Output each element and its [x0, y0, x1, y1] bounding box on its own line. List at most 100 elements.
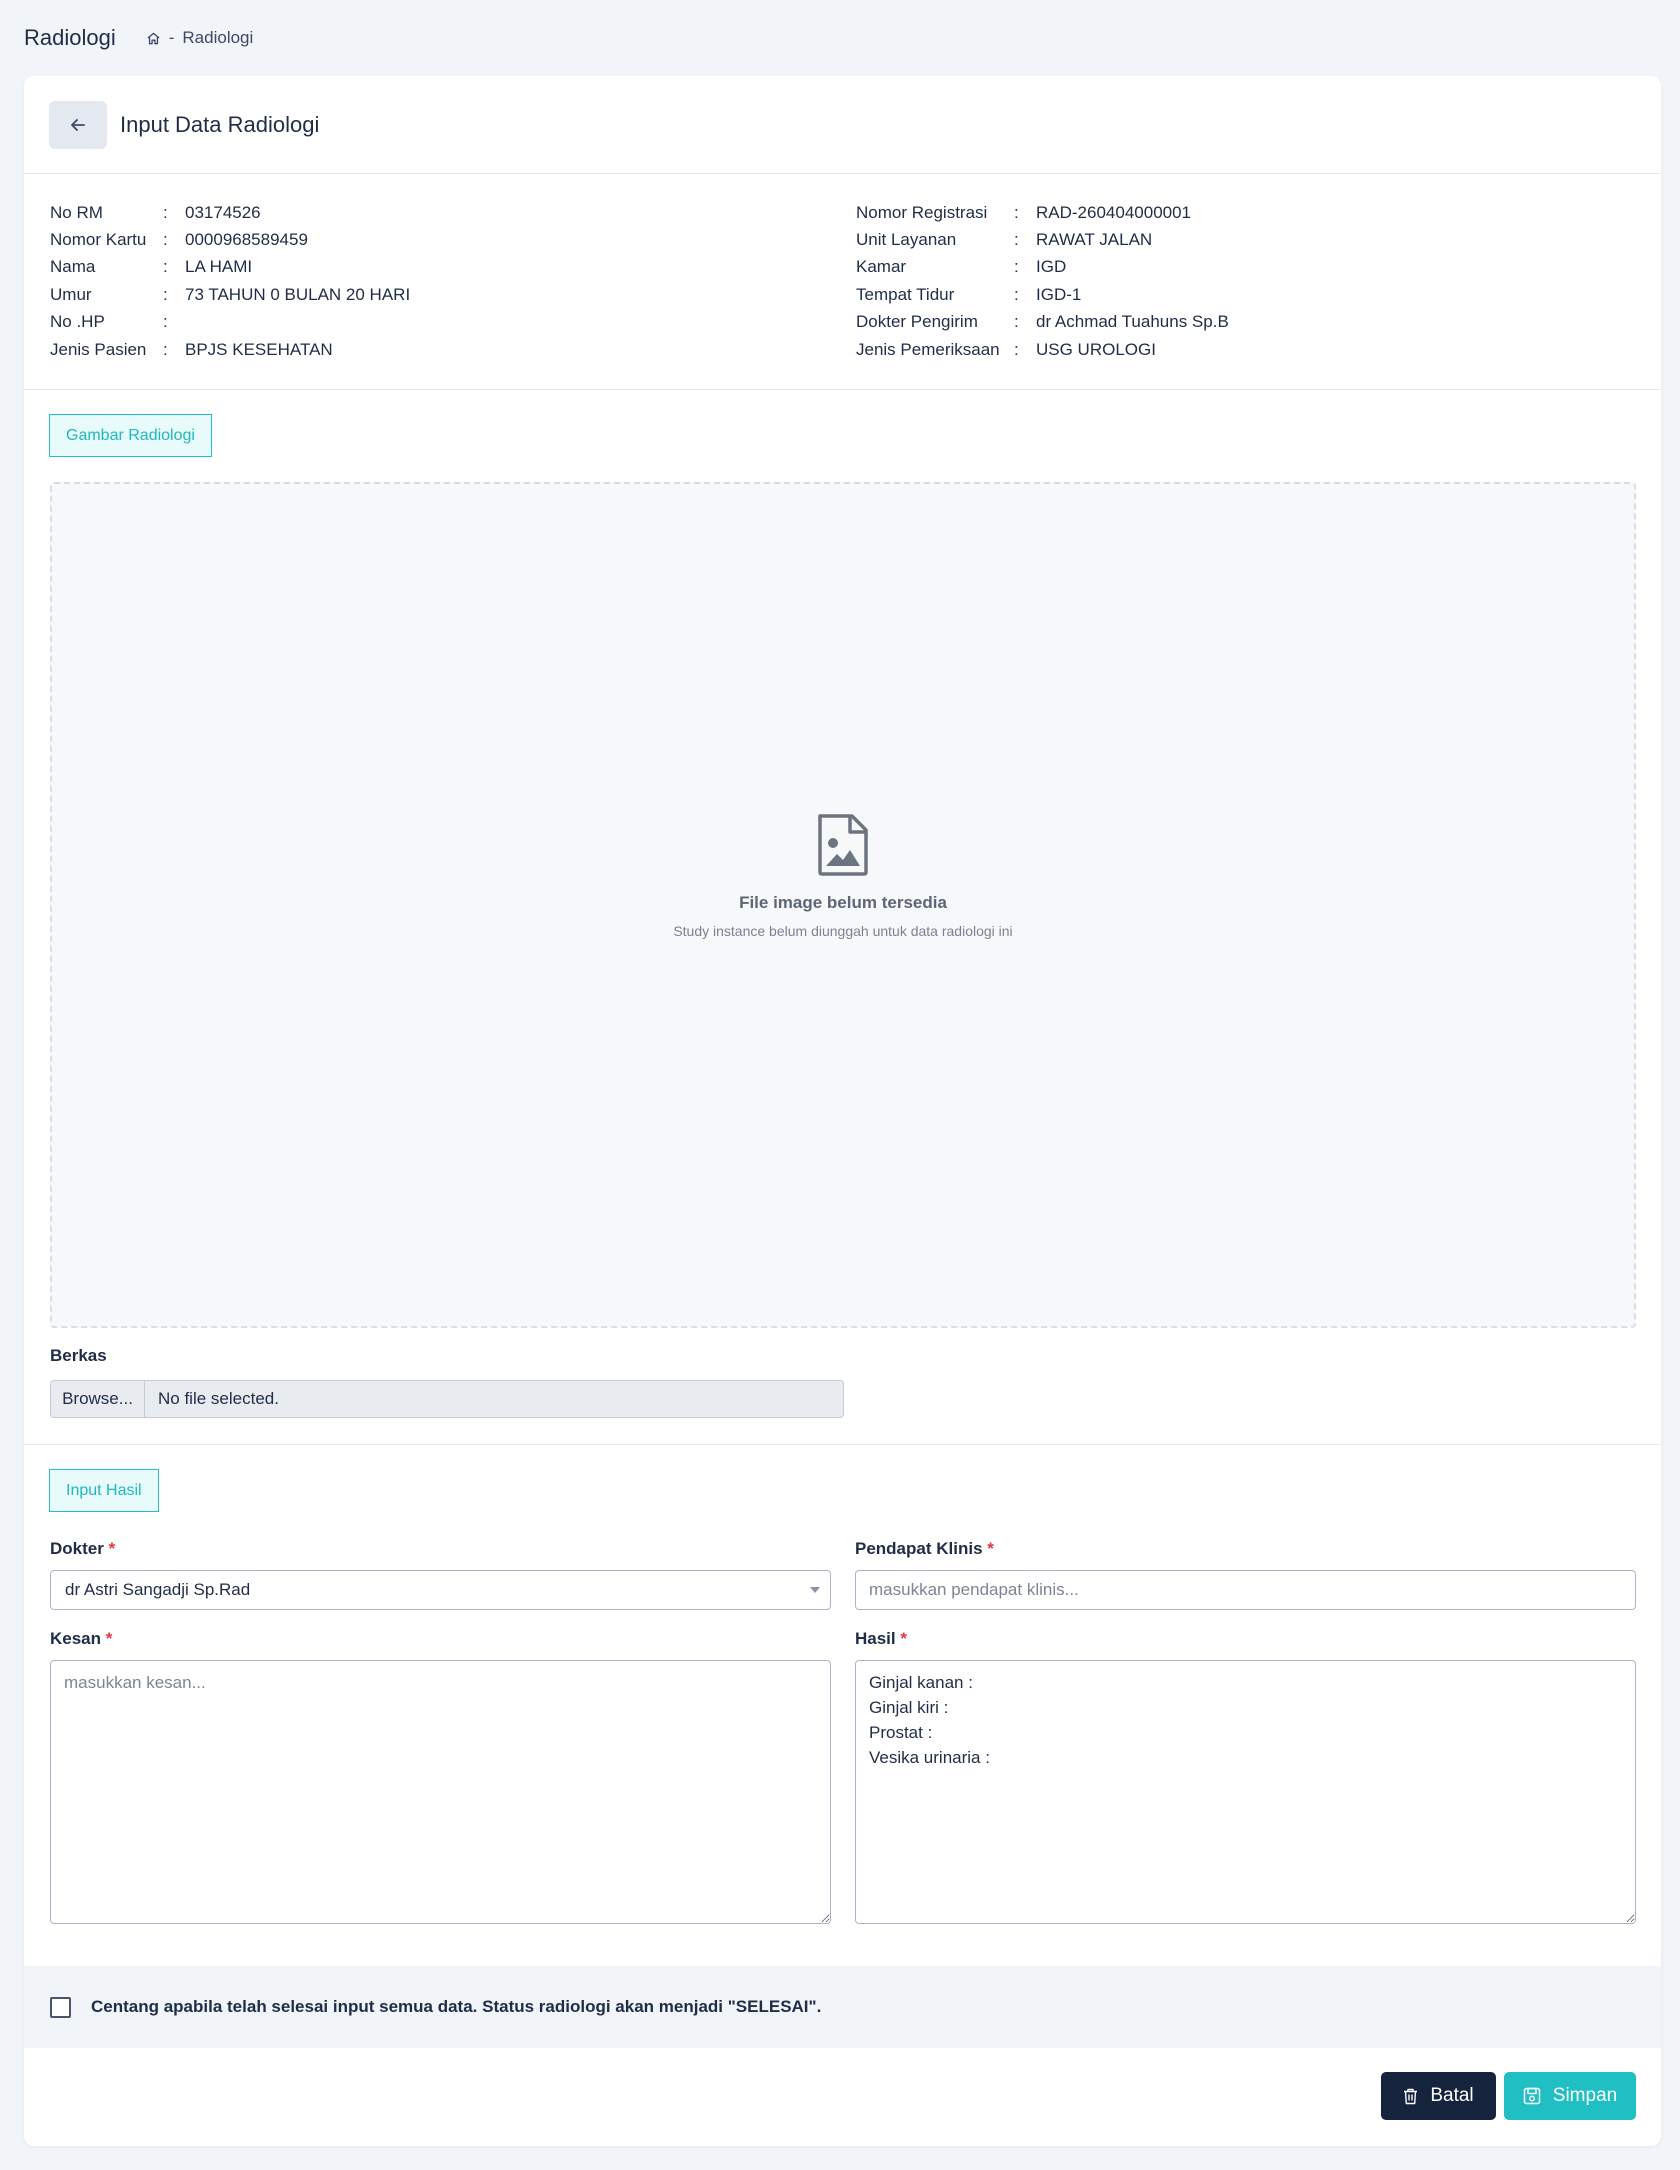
info-label: No .HP — [50, 312, 105, 332]
info-colon: : — [163, 339, 168, 359]
info-colon: : — [1014, 230, 1019, 250]
patient-info: No RM:03174526 Nomor Kartu:0000968589459… — [24, 174, 1661, 390]
page-title: Radiologi — [24, 25, 116, 50]
card-header: Input Data Radiologi — [24, 76, 1661, 174]
patient-info-left: No RM:03174526 Nomor Kartu:0000968589459… — [50, 199, 410, 363]
berkas-label: Berkas — [50, 1346, 107, 1365]
gambar-radiologi-tag: Gambar Radiologi — [49, 414, 212, 457]
save-button-label: Simpan — [1552, 2085, 1618, 2106]
empty-state: File image belum tersedia Study instance… — [52, 814, 1634, 939]
info-value: BPJS KESEHATAN — [185, 339, 333, 359]
main-card: Input Data Radiologi No RM:03174526 Nomo… — [24, 76, 1661, 2146]
info-label: Nomor Registrasi — [856, 202, 988, 222]
info-label: Umur — [50, 284, 92, 304]
save-icon — [1523, 2087, 1541, 2105]
info-label: Nama — [50, 257, 96, 277]
info-row: Tempat Tidur: IGD-1 — [856, 281, 1229, 308]
info-value: USG UROLOGI — [1036, 339, 1156, 359]
info-value: IGD — [1036, 257, 1067, 277]
dokter-select[interactable]: dr Astri Sangadji Sp.Rad — [50, 1570, 831, 1610]
image-file-icon — [818, 814, 868, 876]
info-colon: : — [1014, 312, 1019, 332]
info-row: Nama: LA HAMI — [50, 254, 410, 281]
info-row: Jenis Pemeriksaan: USG UROLOGI — [856, 336, 1229, 363]
card-title: Input Data Radiologi — [120, 111, 320, 137]
info-value: 0000968589459 — [185, 230, 308, 250]
chevron-down-icon — [810, 1587, 820, 1593]
info-row: No .HP: — [50, 309, 410, 336]
info-row: Nomor Registrasi: RAD-260404000001 — [856, 199, 1229, 226]
required-mark: * — [987, 1539, 994, 1558]
input-hasil-tag: Input Hasil — [49, 1469, 159, 1512]
info-colon: : — [163, 202, 168, 222]
info-row: Unit Layanan: RAWAT JALAN — [856, 226, 1229, 253]
breadcrumb: - Radiologi — [146, 28, 253, 48]
top-bar: Radiologi - Radiologi — [24, 22, 253, 54]
info-label: Dokter Pengirim — [856, 312, 978, 332]
info-colon: : — [163, 230, 168, 250]
info-row: Dokter Pengirim: dr Achmad Tuahuns Sp.B — [856, 309, 1229, 336]
dokter-label-text: Dokter — [50, 1539, 104, 1558]
file-input[interactable]: Browse... No file selected. — [50, 1380, 844, 1418]
pendapat-klinis-input[interactable] — [855, 1570, 1636, 1610]
section-divider — [24, 1444, 1661, 1445]
info-row: Umur:73 TAHUN 0 BULAN 20 HARI — [50, 281, 410, 308]
required-mark: * — [108, 1539, 116, 1558]
file-status: No file selected. — [158, 1389, 279, 1408]
info-colon: : — [163, 257, 168, 277]
pendapat-label: Pendapat Klinis * — [855, 1539, 994, 1559]
empty-state-title: File image belum tersedia — [739, 893, 947, 912]
browse-button[interactable]: Browse... — [51, 1381, 145, 1417]
info-label: No RM — [50, 202, 103, 222]
info-value: IGD-1 — [1036, 284, 1082, 304]
image-dropzone[interactable]: File image belum tersedia Study instance… — [50, 482, 1636, 1328]
cancel-button-label: Batal — [1430, 2085, 1474, 2106]
info-colon: : — [1014, 284, 1019, 304]
info-colon: : — [1014, 257, 1019, 277]
empty-state-subtitle: Study instance belum diunggah untuk data… — [673, 923, 1013, 939]
info-colon: : — [1014, 339, 1019, 359]
required-mark: * — [900, 1629, 907, 1648]
info-value: 73 TAHUN 0 BULAN 20 HARI — [185, 284, 411, 304]
info-label: Jenis Pasien — [50, 339, 147, 359]
breadcrumb-current[interactable]: Radiologi — [182, 28, 253, 48]
hasil-textarea[interactable]: Ginjal kanan : Ginjal kiri : Prostat : V… — [855, 1660, 1636, 1924]
info-colon: : — [163, 284, 168, 304]
trash-icon — [1404, 2088, 1418, 2104]
home-icon[interactable] — [146, 31, 161, 46]
info-value: RAD-260404000001 — [1036, 202, 1192, 222]
info-value: 03174526 — [185, 202, 261, 222]
dokter-selected-value: dr Astri Sangadji Sp.Rad — [65, 1580, 251, 1599]
hasil-label: Hasil * — [855, 1629, 907, 1649]
info-value: dr Achmad Tuahuns Sp.B — [1036, 312, 1229, 332]
hasil-label-text: Hasil — [855, 1629, 896, 1648]
save-button[interactable]: Simpan — [1504, 2072, 1636, 2120]
kesan-label: Kesan * — [50, 1629, 112, 1649]
info-colon: : — [1014, 202, 1019, 222]
breadcrumb-separator: - — [168, 28, 175, 47]
kesan-textarea[interactable] — [50, 1660, 831, 1924]
pendapat-label-text: Pendapat Klinis — [855, 1539, 983, 1558]
info-row: No RM:03174526 — [50, 199, 410, 226]
dokter-label: Dokter * — [50, 1539, 115, 1559]
patient-info-right: Nomor Registrasi: RAD-260404000001 Unit L… — [856, 199, 1229, 363]
info-label: Kamar — [856, 257, 907, 277]
info-colon: : — [163, 312, 168, 332]
info-label: Unit Layanan — [856, 230, 957, 250]
info-row: Nomor Kartu:0000968589459 — [50, 226, 410, 253]
confirm-text: Centang apabila telah selesai input semu… — [91, 1997, 822, 2016]
kesan-label-text: Kesan — [50, 1629, 102, 1648]
info-row: Jenis Pasien: BPJS KESEHATAN — [50, 336, 410, 363]
arrow-left-icon — [71, 118, 85, 131]
required-mark: * — [105, 1629, 113, 1648]
info-label: Jenis Pemeriksaan — [856, 339, 1000, 359]
back-button[interactable] — [49, 100, 107, 149]
confirm-bar: Centang apabila telah selesai input semu… — [24, 1966, 1661, 2048]
info-value: RAWAT JALAN — [1036, 230, 1153, 250]
cancel-button[interactable]: Batal — [1381, 2072, 1496, 2120]
info-label: Nomor Kartu — [50, 230, 147, 250]
selesai-checkbox[interactable] — [50, 1996, 71, 2018]
info-value: LA HAMI — [185, 257, 253, 277]
info-label: Tempat Tidur — [856, 284, 955, 304]
info-row: Kamar: IGD — [856, 254, 1229, 281]
